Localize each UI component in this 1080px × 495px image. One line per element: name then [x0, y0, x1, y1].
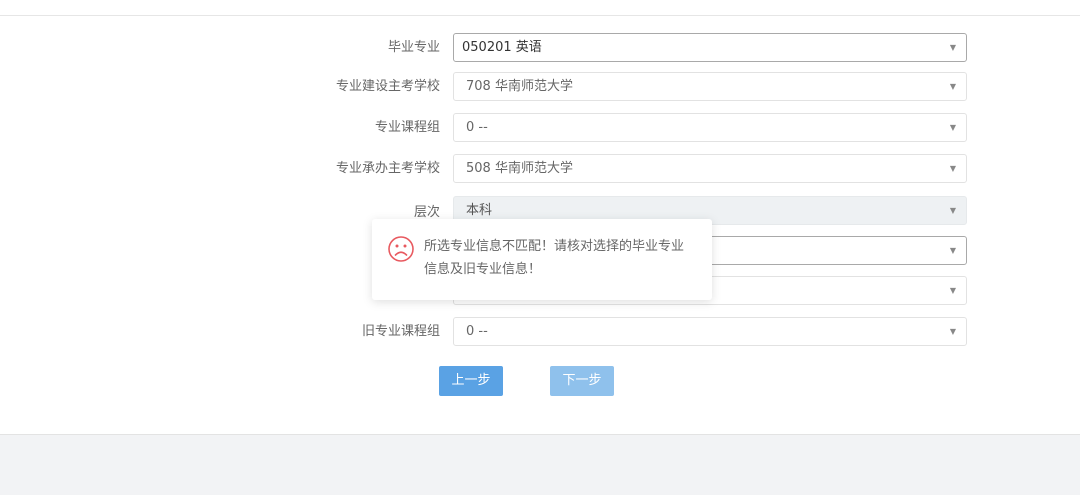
form-row-build-school: 专业建设主考学校 708 华南师范大学 ▼: [0, 72, 1080, 102]
old-course-group-select[interactable]: 0 -- ▼: [453, 317, 967, 346]
toast-message: 所选专业信息不匹配！请核对选择的毕业专业 信息及旧专业信息！: [424, 235, 699, 281]
toast-line-2: 信息及旧专业信息！: [424, 262, 542, 277]
field-label: 专业建设主考学校: [335, 79, 440, 94]
footer-area: [0, 434, 1080, 495]
form-row-course-group: 专业课程组 0 -- ▼: [0, 113, 1080, 143]
caret-down-icon: ▼: [949, 82, 956, 91]
select-value: 050201 英语: [462, 40, 542, 55]
host-school-select[interactable]: 508 华南师范大学 ▼: [453, 154, 967, 183]
select-value: 708 华南师范大学: [466, 79, 573, 94]
field-label: 毕业专业: [387, 40, 440, 55]
form-row-host-school: 专业承办主考学校 508 华南师范大学 ▼: [0, 154, 1080, 184]
caret-down-icon: ▼: [949, 123, 956, 132]
select-value: 508 华南师范大学: [466, 161, 573, 176]
form-row-major: 毕业专业 050201 英语 ▼: [0, 33, 1080, 63]
header-divider: [0, 15, 1080, 16]
toast-line-1: 所选专业信息不匹配！请核对选择的毕业专业: [424, 239, 685, 254]
caret-down-icon: ▼: [949, 286, 956, 295]
error-toast: 所选专业信息不匹配！请核对选择的毕业专业 信息及旧专业信息！: [372, 219, 712, 300]
build-school-select[interactable]: 708 华南师范大学 ▼: [453, 72, 967, 101]
sad-face-icon: [388, 236, 414, 262]
select-value: 0 --: [466, 324, 488, 339]
course-group-select[interactable]: 0 -- ▼: [453, 113, 967, 142]
select-value: 0 --: [466, 120, 488, 135]
caret-down-icon: ▼: [949, 327, 956, 336]
caret-down-icon: ▼: [949, 164, 956, 173]
prev-step-button[interactable]: 上一步: [439, 366, 503, 396]
caret-down-icon: ▼: [949, 43, 956, 52]
next-step-button[interactable]: 下一步: [550, 366, 614, 396]
form-row-old-course-group: 旧专业课程组 0 -- ▼: [0, 317, 1080, 347]
field-label: 旧专业课程组: [361, 324, 440, 339]
field-label: 专业承办主考学校: [335, 161, 440, 176]
graduation-major-select[interactable]: 050201 英语 ▼: [453, 33, 967, 62]
caret-down-icon: ▼: [949, 206, 956, 215]
field-label: 专业课程组: [374, 120, 440, 135]
caret-down-icon: ▼: [949, 246, 956, 255]
